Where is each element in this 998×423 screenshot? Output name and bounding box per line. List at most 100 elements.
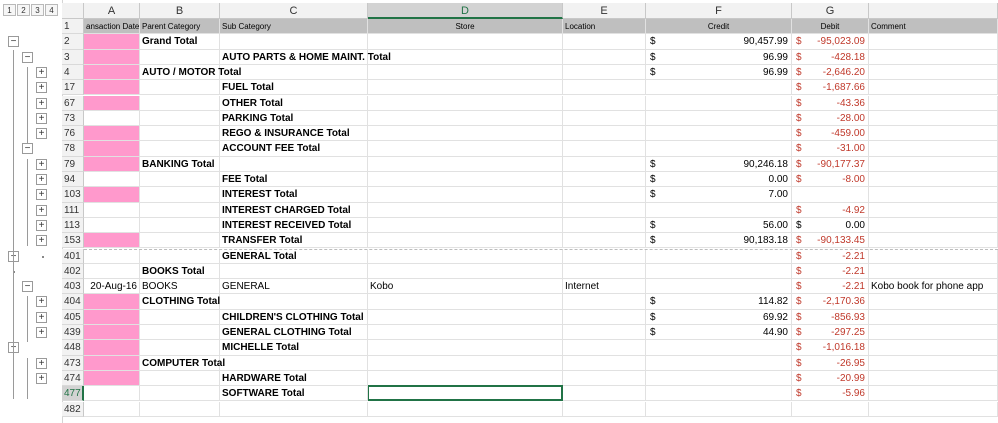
cell[interactable] — [869, 355, 998, 371]
cell[interactable] — [368, 325, 563, 341]
expand-group-button[interactable]: + — [36, 112, 47, 124]
cell[interactable] — [84, 340, 140, 356]
cell[interactable] — [563, 49, 646, 65]
cell[interactable] — [646, 386, 792, 402]
cell[interactable] — [84, 110, 140, 127]
row-header[interactable]: 401 — [62, 248, 84, 264]
cell[interactable] — [140, 233, 220, 249]
cell[interactable] — [646, 401, 792, 417]
cell[interactable] — [563, 172, 646, 188]
credit-cell[interactable]: $56.00 — [646, 217, 792, 234]
cell[interactable] — [220, 156, 368, 172]
expand-group-button[interactable]: + — [36, 311, 47, 323]
expand-group-button[interactable]: + — [36, 372, 47, 384]
cell[interactable] — [84, 217, 140, 234]
credit-cell[interactable]: $7.00 — [646, 187, 792, 203]
parent-category-cell[interactable]: BANKING Total — [140, 156, 220, 172]
cell[interactable] — [84, 386, 140, 402]
cell[interactable] — [140, 386, 220, 402]
credit-cell[interactable]: $90,246.18 — [646, 156, 792, 172]
expand-group-button[interactable]: + — [36, 219, 47, 231]
credit-cell[interactable]: $90,183.18 — [646, 233, 792, 249]
debit-cell[interactable]: $ -2.21 — [792, 263, 869, 280]
column-header-h[interactable] — [869, 3, 998, 19]
sub-category-cell[interactable]: TRANSFER Total — [220, 233, 368, 249]
cell[interactable] — [220, 34, 368, 50]
expand-group-button[interactable]: + — [36, 158, 47, 170]
cell[interactable] — [869, 401, 998, 417]
cell[interactable] — [869, 141, 998, 157]
cell[interactable] — [368, 49, 563, 65]
debit-cell[interactable]: $ -20.99 — [792, 370, 869, 387]
debit-cell[interactable]: $ -5.96 — [792, 386, 869, 402]
row-header[interactable]: 78 — [62, 141, 84, 157]
row-header[interactable]: 4 — [62, 64, 84, 81]
credit-cell[interactable]: $0.00 — [646, 172, 792, 188]
cell[interactable] — [84, 325, 140, 341]
debit-cell[interactable]: $ -4.92 — [792, 202, 869, 218]
active-cell-selection[interactable] — [367, 385, 563, 402]
parent-category-cell[interactable]: BOOKS Total — [140, 263, 220, 280]
cell[interactable] — [646, 141, 792, 157]
cell[interactable] — [563, 401, 646, 417]
cell[interactable] — [646, 126, 792, 142]
column-header-b[interactable]: B — [140, 3, 220, 19]
comment-cell[interactable]: Kobo book for phone app — [869, 279, 998, 295]
cell[interactable] — [84, 355, 140, 371]
cell[interactable] — [869, 294, 998, 310]
debit-cell[interactable]: $ -856.93 — [792, 309, 869, 325]
debit-cell[interactable]: $ -8.00 — [792, 172, 869, 188]
row-header[interactable]: 403 — [62, 279, 84, 295]
debit-cell[interactable]: $ -95,023.09 — [792, 34, 869, 50]
cell[interactable] — [563, 110, 646, 127]
cell[interactable] — [646, 95, 792, 111]
debit-cell[interactable]: $ -31.00 — [792, 141, 869, 157]
cell[interactable] — [84, 80, 140, 96]
cell[interactable] — [84, 187, 140, 203]
sub-category-cell[interactable]: GENERAL — [220, 279, 368, 295]
cell[interactable] — [140, 401, 220, 417]
cell[interactable] — [563, 309, 646, 325]
row-header[interactable]: 448 — [62, 340, 84, 356]
cell[interactable] — [792, 187, 869, 203]
cell[interactable] — [869, 340, 998, 356]
row-header[interactable]: 17 — [62, 80, 84, 96]
cell[interactable] — [140, 340, 220, 356]
row-header[interactable]: 113 — [62, 217, 84, 234]
expand-group-button[interactable]: + — [36, 204, 47, 216]
location-cell[interactable]: Internet — [563, 279, 646, 295]
expand-group-button[interactable]: + — [36, 296, 47, 308]
cell[interactable] — [220, 401, 368, 417]
collapse-group-button[interactable]: − — [22, 281, 33, 293]
cell[interactable] — [563, 187, 646, 203]
cell[interactable] — [140, 95, 220, 111]
cell[interactable] — [140, 110, 220, 127]
cell[interactable] — [220, 64, 368, 81]
cell[interactable] — [563, 355, 646, 371]
credit-cell[interactable]: $96.99 — [646, 64, 792, 81]
cell[interactable] — [368, 340, 563, 356]
cell[interactable] — [563, 126, 646, 142]
cell[interactable] — [869, 95, 998, 111]
cell[interactable] — [869, 386, 998, 402]
cell[interactable] — [563, 233, 646, 249]
expand-group-button[interactable]: + — [36, 189, 47, 201]
outline-level-2-button[interactable]: 2 — [17, 4, 30, 16]
expand-group-button[interactable]: + — [36, 128, 47, 140]
cell[interactable] — [368, 217, 563, 234]
cell[interactable] — [84, 49, 140, 65]
sub-category-cell[interactable]: GENERAL Total — [220, 248, 368, 264]
cell[interactable] — [869, 309, 998, 325]
cell[interactable] — [869, 263, 998, 280]
cell[interactable] — [84, 172, 140, 188]
cell[interactable] — [140, 370, 220, 387]
credit-cell[interactable]: $114.82 — [646, 294, 792, 310]
row-header[interactable]: 67 — [62, 95, 84, 111]
cell[interactable] — [140, 126, 220, 142]
sub-category-cell[interactable]: REGO & INSURANCE Total — [220, 126, 368, 142]
cell[interactable] — [84, 233, 140, 249]
cell[interactable] — [140, 80, 220, 96]
cell[interactable] — [869, 34, 998, 50]
cell[interactable] — [563, 141, 646, 157]
cell[interactable] — [563, 340, 646, 356]
